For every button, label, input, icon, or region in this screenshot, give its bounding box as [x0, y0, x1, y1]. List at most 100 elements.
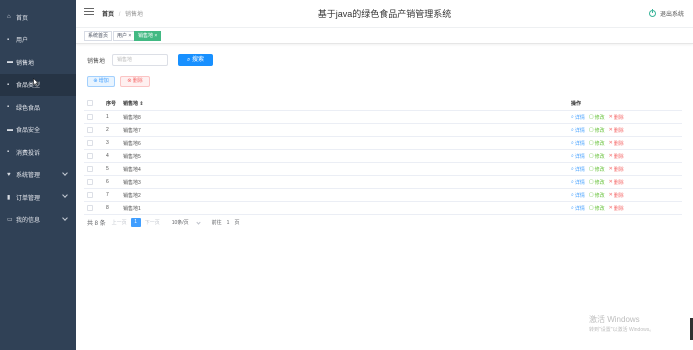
delete-label: 删除: [613, 179, 624, 186]
edit-button[interactable]: ▢ 修改: [589, 192, 605, 199]
edit-label: 修改: [594, 205, 605, 212]
edit-button[interactable]: ▢ 修改: [589, 179, 605, 186]
row-checkbox-cell: [84, 140, 106, 146]
sidebar-item-green-food[interactable]: ▪ 绿色食品: [0, 96, 76, 119]
edit-button[interactable]: ▢ 修改: [589, 205, 605, 212]
tag-home[interactable]: 系统首页: [84, 31, 113, 41]
edit-icon: ▢: [588, 179, 594, 185]
delete-button[interactable]: ✕ 删除: [609, 166, 624, 173]
close-icon: ✕: [608, 192, 613, 198]
sidebar-item-system-management[interactable]: ♥ 系统管理: [0, 164, 76, 187]
edit-label: 修改: [594, 127, 605, 134]
mouse-cursor-icon: [33, 77, 39, 86]
row-name: 销售地4: [123, 166, 141, 173]
close-icon: ✕: [608, 127, 613, 133]
view-button[interactable]: ⌕ 详情: [571, 127, 585, 134]
row-checkbox[interactable]: [87, 166, 93, 172]
row-index: 4: [106, 153, 109, 159]
view-button[interactable]: ⌕ 详情: [571, 153, 585, 160]
delete-label: 删除: [613, 153, 624, 160]
sidebar-item-food-safety[interactable]: ▬ 食品安全: [0, 119, 76, 142]
sidebar-item-label: 绿色食品: [16, 105, 41, 112]
row-checkbox[interactable]: [87, 153, 93, 159]
page-size-select[interactable]: 10条/页: [171, 219, 201, 226]
edit-button[interactable]: ▢ 修改: [589, 140, 605, 147]
search-input[interactable]: 销售地: [112, 54, 169, 66]
next-page-button[interactable]: 下一页: [145, 219, 160, 226]
view-button[interactable]: ⌕ 详情: [571, 114, 585, 121]
view-button[interactable]: ⌕ 详情: [571, 179, 585, 186]
row-actions: ⌕ 详情 ▢ 修改 ✕ 删除: [571, 192, 682, 199]
row-name: 销售地3: [123, 179, 141, 186]
close-icon: ✕: [608, 114, 613, 120]
sidebar-item-complaints[interactable]: ▪ 消费投诉: [0, 141, 76, 164]
goto-label: 前往: [211, 220, 222, 226]
app-title: 基于java的绿色食品产销管理系统: [317, 9, 452, 19]
sidebar-item-food-type[interactable]: ▪ 食品类型: [0, 73, 76, 96]
row-checkbox[interactable]: [87, 114, 93, 120]
goto-page-input[interactable]: 1: [227, 220, 230, 226]
edit-icon: ▢: [588, 205, 594, 211]
view-button[interactable]: ⌕ 详情: [571, 205, 585, 212]
current-page[interactable]: 1: [130, 218, 141, 227]
sidebar-item-label: 我的信息: [16, 218, 41, 225]
delete-button[interactable]: ✕ 删除: [609, 205, 624, 212]
sidebar-item-user[interactable]: ▪ 用户: [0, 29, 76, 52]
search-button-label: 搜索: [192, 57, 205, 63]
sidebar-item-label: 销售地: [16, 60, 35, 67]
add-button[interactable]: ⊕ 增加: [87, 76, 115, 87]
view-label: 详情: [574, 127, 585, 134]
prev-page-button[interactable]: 上一页: [112, 219, 127, 226]
sidebar-item-label: 用户: [16, 38, 29, 45]
sidebar-item-order-management[interactable]: ▮ 订单管理: [0, 186, 76, 209]
view-button[interactable]: ⌕ 详情: [571, 140, 585, 147]
row-checkbox[interactable]: [87, 179, 93, 185]
edit-button[interactable]: ▢ 修改: [589, 114, 605, 121]
delete-button[interactable]: ✕ 删除: [609, 153, 624, 160]
view-button[interactable]: ⌕ 详情: [571, 192, 585, 199]
window-icon: ▭: [7, 217, 13, 224]
search-button[interactable]: ⌕ 搜索: [178, 54, 214, 66]
edit-icon: ▢: [588, 114, 594, 120]
row-checkbox[interactable]: [87, 140, 93, 146]
sidebar-item-sales-location[interactable]: ▬ 销售地: [0, 51, 76, 74]
table-row: 8 销售地1 ⌕ 详情 ▢ 修改 ✕ 删除: [84, 202, 682, 215]
add-button-label: 增加: [98, 78, 109, 84]
delete-button[interactable]: ✕ 删除: [609, 192, 624, 199]
row-checkbox[interactable]: [87, 192, 93, 198]
view-button[interactable]: ⌕ 详情: [571, 166, 585, 173]
sidebar-item-label: 消费投诉: [16, 150, 41, 157]
tag-user[interactable]: 用户 ×: [113, 31, 136, 41]
row-checkbox[interactable]: [87, 127, 93, 133]
delete-label: 删除: [613, 166, 624, 173]
edit-button[interactable]: ▢ 修改: [589, 153, 605, 160]
watermark-title: 激活 Windows: [589, 315, 640, 324]
delete-button[interactable]: ✕ 删除: [609, 114, 624, 121]
sidebar-item-label: 食品安全: [16, 128, 41, 135]
page-size-label: 10条/页: [171, 220, 189, 226]
logout-button[interactable]: 退出系统: [648, 9, 684, 18]
sidebar-item-home[interactable]: ⌂ 首页: [0, 6, 76, 29]
column-header-name[interactable]: 销售地 ⇕: [123, 100, 571, 107]
edit-button[interactable]: ▢ 修改: [589, 127, 605, 134]
edit-icon: ▢: [588, 127, 594, 133]
chevron-down-icon: [62, 192, 68, 198]
row-checkbox[interactable]: [87, 205, 93, 211]
delete-button[interactable]: ✕ 删除: [609, 140, 624, 147]
grid-icon: ▪: [7, 149, 10, 156]
tag-sales-location[interactable]: 销售地 ×: [134, 31, 162, 41]
sidebar-item-my-info[interactable]: ▭ 我的信息: [0, 209, 76, 232]
row-checkbox-cell: [84, 205, 106, 211]
edit-button[interactable]: ▢ 修改: [589, 166, 605, 173]
row-checkbox-cell: [84, 179, 106, 185]
search-icon: ⌕: [571, 153, 574, 159]
select-all-checkbox[interactable]: [87, 100, 93, 106]
delete-button[interactable]: ✕ 删除: [609, 127, 624, 134]
table-body: 1 销售地8 ⌕ 详情 ▢ 修改 ✕ 删除 2 销售地7 ⌕ 详情 ▢ 修改 ✕ 删除 3 销售地6 ⌕ 详情 ▢ 修改 ✕…: [84, 111, 682, 215]
view-label: 详情: [574, 140, 585, 147]
batch-delete-button[interactable]: ⊗ 删除: [120, 76, 150, 87]
edit-label: 修改: [594, 114, 605, 121]
table-row: 4 销售地5 ⌕ 详情 ▢ 修改 ✕ 删除: [84, 150, 682, 163]
delete-button[interactable]: ✕ 删除: [609, 179, 624, 186]
search-icon: ⌕: [571, 179, 574, 185]
